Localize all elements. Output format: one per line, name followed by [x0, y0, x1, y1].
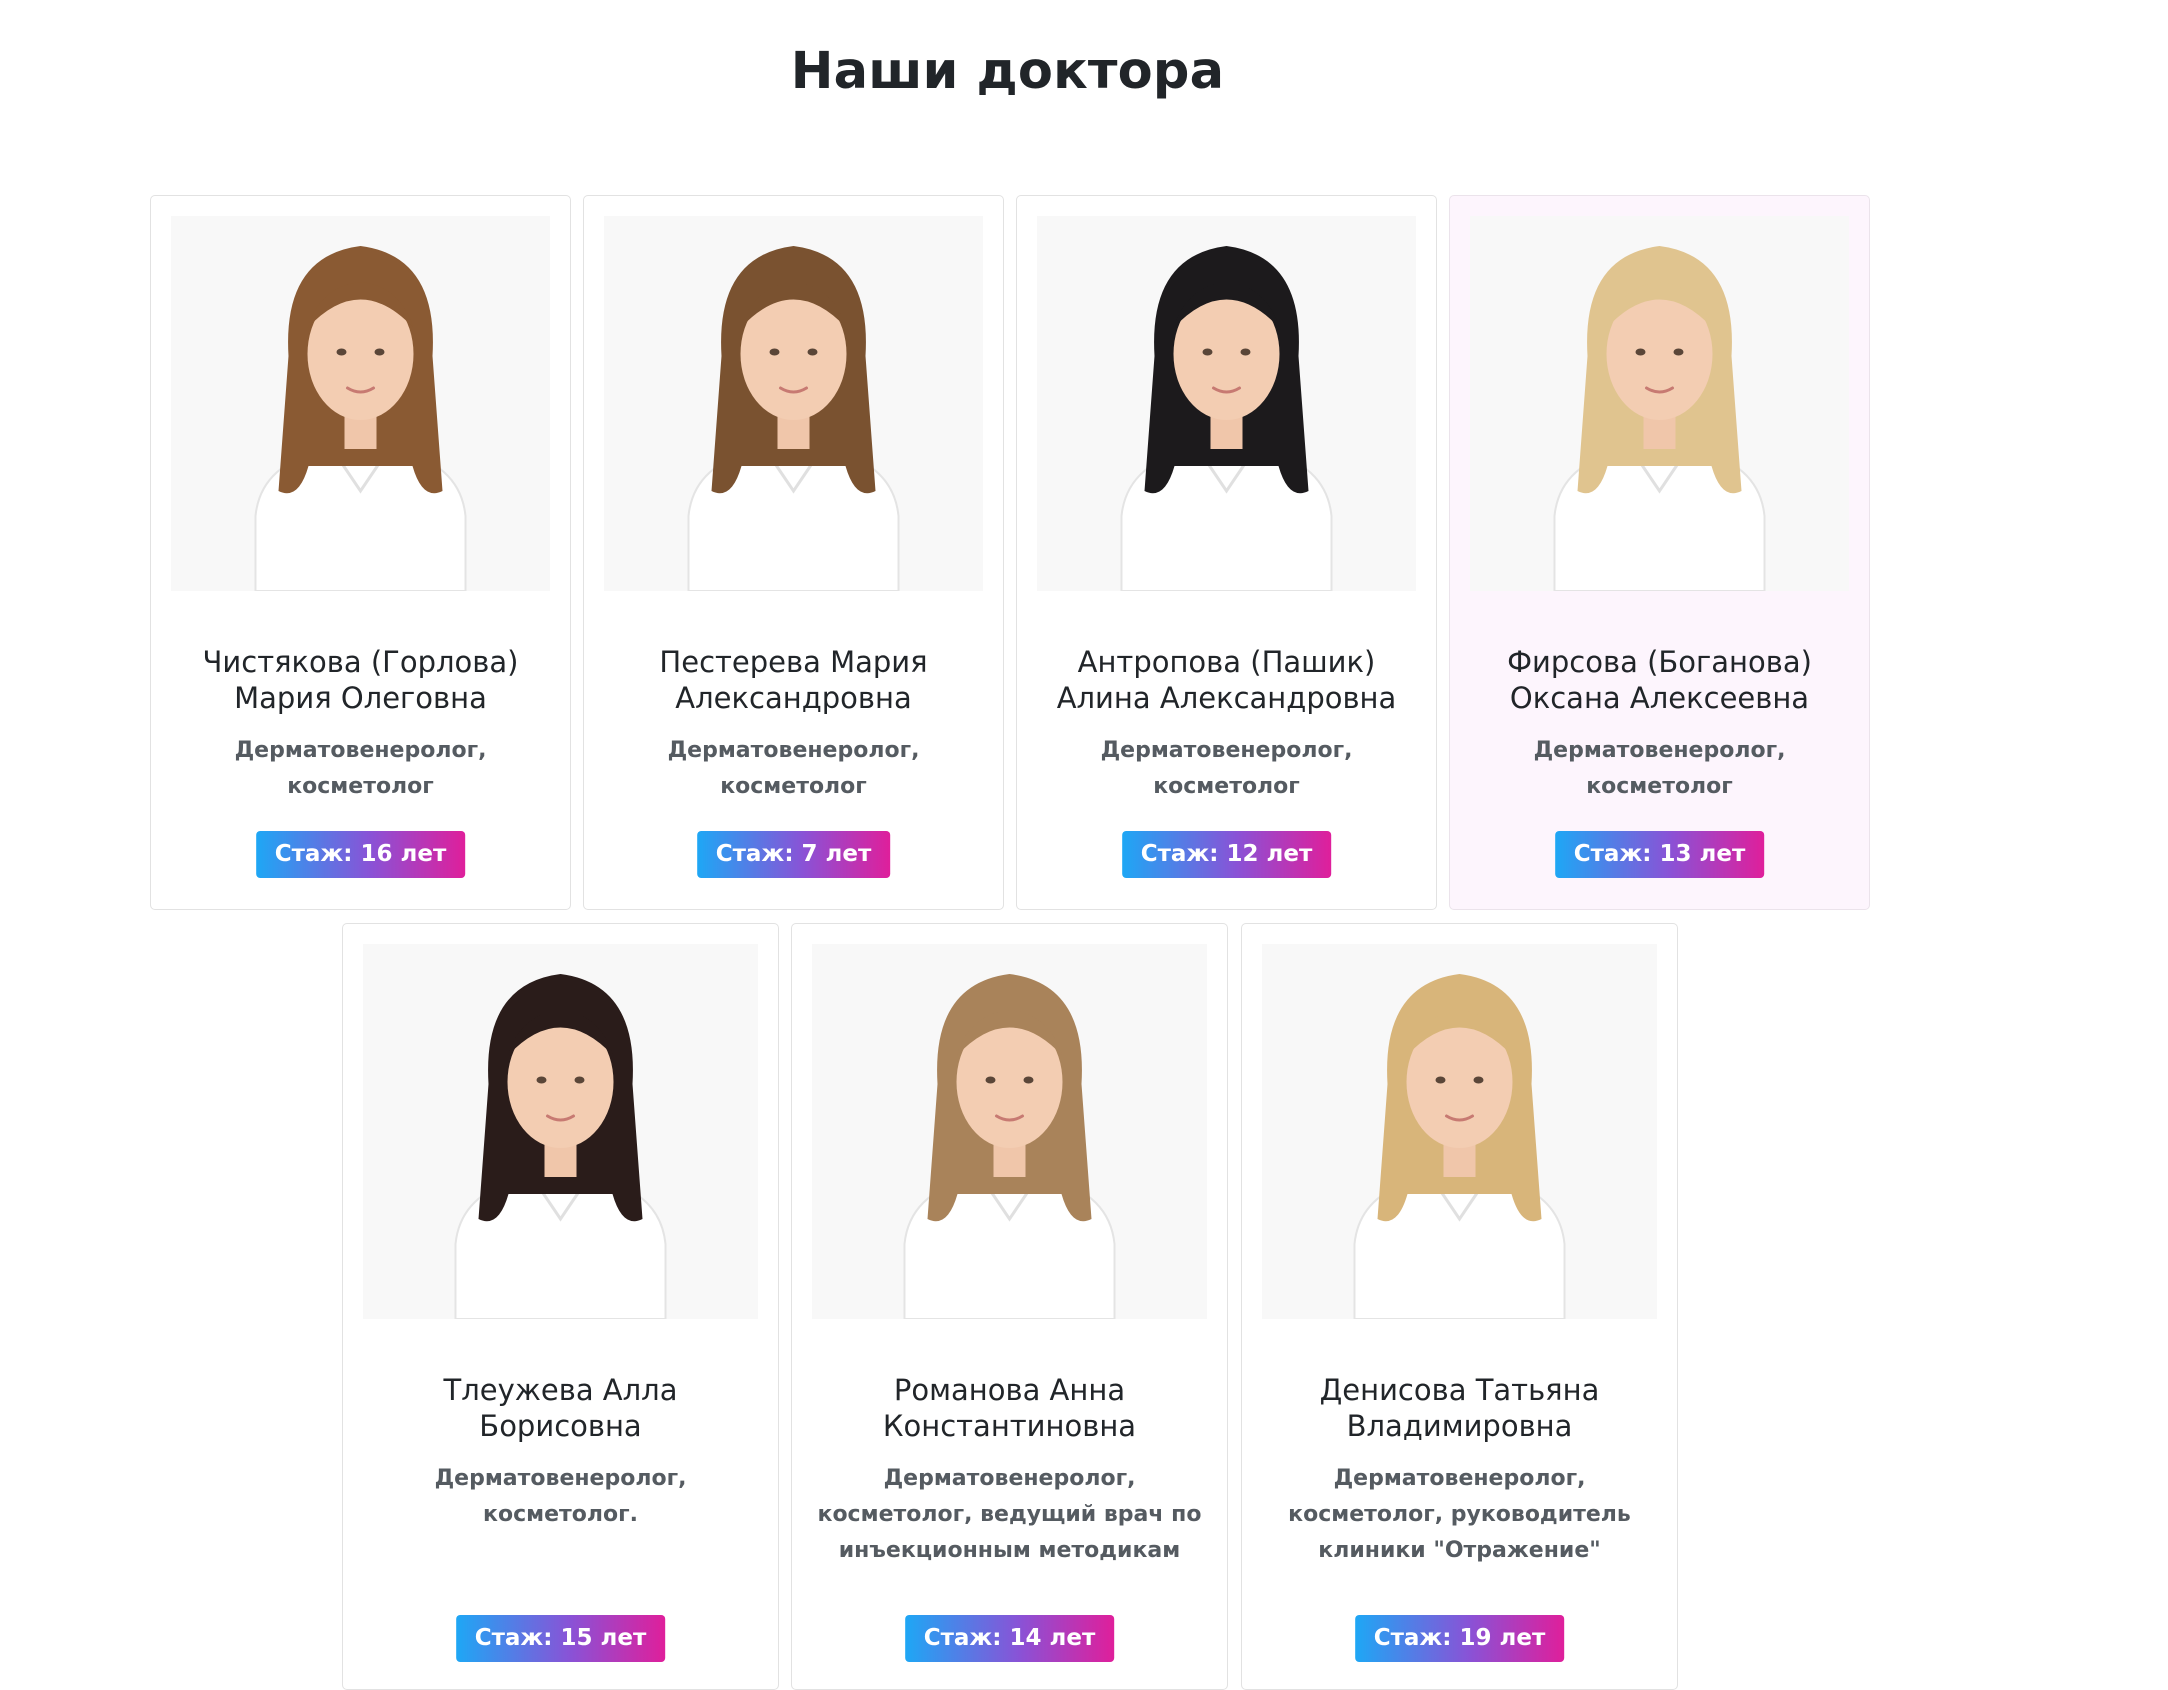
doctor-photo [363, 944, 758, 1319]
doctor-specialty-line: косметолог [1153, 774, 1300, 799]
doctor-specialty-line: косметолог [1586, 774, 1733, 799]
doctor-specialty-line: клиники "Отражение" [1318, 1538, 1601, 1563]
doctor-name-line: Пестерева Мария [659, 645, 928, 679]
doctor-specialty-line: косметолог [287, 774, 434, 799]
doctor-specialty: Дерматовенеролог, косметолог, руководител… [1260, 1461, 1659, 1569]
doctor-name-line: Денисова Татьяна [1319, 1373, 1600, 1407]
doctor-photo [1262, 944, 1657, 1319]
doctor-specialty: Дерматовенеролог, косметолог. [361, 1461, 760, 1533]
doctor-photo [812, 944, 1207, 1319]
doctor-name-line: Фирсова (Боганова) [1507, 645, 1812, 679]
doctor-name-line: Тлеужева Алла [443, 1373, 678, 1407]
doctor-specialty-line: Дерматовенеролог, [667, 738, 920, 763]
experience-badge: Стаж: 12 лет [1121, 831, 1332, 878]
doctor-specialty: Дерматовенеролог, косметолог [602, 733, 985, 805]
doctor-name-line: Оксана Алексеевна [1509, 681, 1810, 715]
doctor-name: Романова Анна Константиновна [802, 1372, 1217, 1444]
doctor-card[interactable]: Фирсова (Боганова) Оксана Алексеевна Дерма… [1449, 195, 1870, 910]
doctor-photo [1037, 216, 1416, 591]
experience-badge: Стаж: 13 лет [1554, 831, 1765, 878]
doctor-name-line: Александровна [675, 681, 912, 715]
doctor-specialty-line: косметолог. [483, 1502, 638, 1527]
doctor-specialty: Дерматовенеролог, косметолог, ведущий вра… [810, 1461, 1209, 1569]
doctor-specialty: Дерматовенеролог, косметолог [1468, 733, 1851, 805]
doctor-specialty-line: косметолог, руководитель [1288, 1502, 1631, 1527]
doctor-specialty-line: Дерматовенеролог, [1533, 738, 1786, 763]
doctor-name-line: Чистякова (Горлова) [202, 645, 519, 679]
experience-badge: Стаж: 7 лет [696, 831, 891, 878]
experience-badge: Стаж: 16 лет [255, 831, 466, 878]
doctor-card[interactable]: Романова Анна Константиновна Дерматовенеро… [791, 923, 1228, 1690]
doctor-name-line: Алина Александровна [1056, 681, 1397, 715]
doctor-name: Тлеужева Алла Борисовна [353, 1372, 768, 1444]
doctor-name: Антропова (Пашик) Алина Александровна [1027, 644, 1426, 716]
doctor-specialty-line: Дерматовенеролог, [234, 738, 487, 763]
experience-badge: Стаж: 19 лет [1354, 1615, 1565, 1662]
doctor-name: Фирсова (Боганова) Оксана Алексеевна [1460, 644, 1859, 716]
page-title: Наши доктора [790, 42, 1225, 101]
doctor-name-line: Константиновна [882, 1409, 1137, 1443]
doctor-card[interactable]: Тлеужева Алла Борисовна Дерматовенеролог, к… [342, 923, 779, 1690]
doctor-name: Пестерева Мария Александровна [594, 644, 993, 716]
doctor-photo [1470, 216, 1849, 591]
doctor-name-line: Антропова (Пашик) [1077, 645, 1376, 679]
doctor-specialty-line: Дерматовенеролог, [434, 1466, 687, 1491]
doctor-card[interactable]: Антропова (Пашик) Алина Александровна Дерм… [1016, 195, 1437, 910]
doctor-specialty: Дерматовенеролог, косметолог [1035, 733, 1418, 805]
doctor-card[interactable]: Денисова Татьяна Владимировна Дерматовенер… [1241, 923, 1678, 1690]
experience-badge: Стаж: 14 лет [904, 1615, 1115, 1662]
doctor-specialty-line: Дерматовенеролог, [883, 1466, 1136, 1491]
doctor-name-line: Мария Олеговна [234, 681, 487, 715]
doctor-name-line: Борисовна [479, 1409, 642, 1443]
doctor-name-line: Романова Анна [893, 1373, 1126, 1407]
doctor-name: Чистякова (Горлова) Мария Олеговна [161, 644, 560, 716]
doctor-card[interactable]: Чистякова (Горлова) Мария Олеговна Дермато… [150, 195, 571, 910]
doctor-specialty-line: Дерматовенеролог, [1333, 1466, 1586, 1491]
doctor-specialty-line: инъекционным методикам [838, 1538, 1181, 1563]
doctor-specialty-line: Дерматовенеролог, [1100, 738, 1353, 763]
doctor-specialty: Дерматовенеролог, косметолог [169, 733, 552, 805]
doctor-card[interactable]: Пестерева Мария Александровна Дерматовенер… [583, 195, 1004, 910]
doctor-photo [171, 216, 550, 591]
doctor-photo [604, 216, 983, 591]
doctor-specialty-line: косметолог [720, 774, 867, 799]
doctor-specialty-line: косметолог, ведущий врач по [817, 1502, 1202, 1527]
doctor-name: Денисова Татьяна Владимировна [1252, 1372, 1667, 1444]
experience-badge: Стаж: 15 лет [455, 1615, 666, 1662]
doctor-name-line: Владимировна [1346, 1409, 1573, 1443]
